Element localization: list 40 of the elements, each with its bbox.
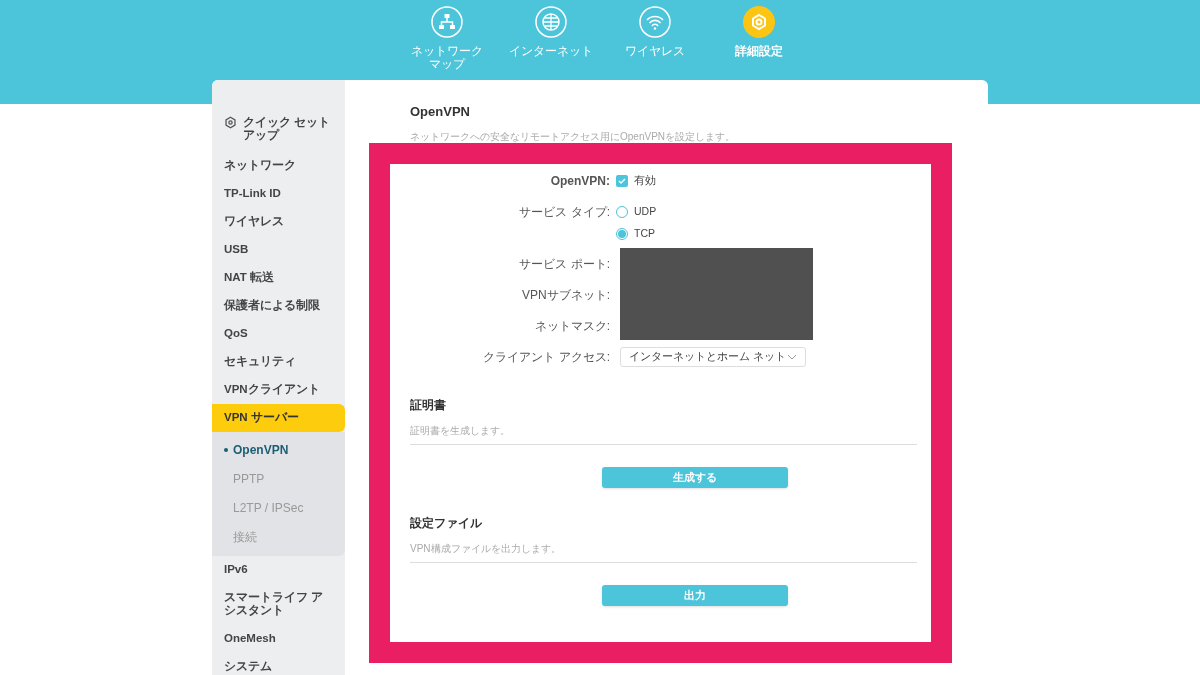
radio-label: TCP [634, 226, 655, 242]
field-label: VPNサブネット: [521, 286, 611, 304]
field-label: ネットマスク: [533, 317, 611, 335]
checkbox[interactable] [616, 175, 628, 187]
sidebar-item[interactable]: システム [212, 652, 345, 675]
sidebar-item[interactable]: NAT 転送 [212, 263, 345, 292]
section-title: 設定ファイル [410, 515, 483, 532]
bullet-icon [224, 448, 228, 452]
page-title: OpenVPN [410, 103, 471, 121]
sidebar-item[interactable]: 保護者による制限 [212, 291, 345, 320]
sidebar-item[interactable]: セキュリティ [212, 347, 345, 376]
sidebar-item[interactable]: USB [212, 235, 345, 264]
settings-icon [742, 5, 776, 39]
field-label: サービス タイプ: [518, 204, 611, 221]
sidebar-item[interactable]: VPNクライアント [212, 375, 345, 404]
network-icon [430, 5, 464, 39]
client-access-dropdown[interactable]: インターネットとホーム ネット [620, 347, 806, 367]
checkbox-label: 有効 [634, 173, 656, 189]
sidebar-item[interactable]: TP-Link ID [212, 179, 345, 208]
sidebar-item[interactable]: IPv6 [212, 555, 345, 584]
globe-icon [534, 5, 568, 39]
section-description: 証明書を生成します。 [410, 423, 917, 445]
sidebar-item[interactable]: スマートライフ アシスタント [212, 583, 345, 625]
settings-icon [224, 115, 237, 129]
field-label: サービス ポート: [518, 255, 611, 273]
sidebar-item[interactable]: ワイヤレス [212, 207, 345, 236]
section-description: VPN構成ファイルを出力します。 [410, 541, 917, 563]
sidebar-item[interactable]: OneMesh [212, 624, 345, 653]
field-label: クライアント アクセス: [482, 349, 611, 366]
wifi-icon [638, 5, 672, 39]
sidebar-item[interactable]: ネットワーク [212, 151, 345, 180]
radio-button[interactable] [616, 228, 628, 240]
radio-label: UDP [634, 204, 657, 220]
field-label: OpenVPN: [549, 173, 611, 190]
submenu-item[interactable]: OpenVPN [212, 435, 345, 465]
sidebar-item[interactable]: QoS [212, 319, 345, 348]
sidebar-item[interactable]: VPN サーバー [212, 403, 345, 432]
chevron-down-icon [787, 354, 797, 360]
sidebar-item[interactable]: クイック セットアップ [212, 108, 345, 152]
section-title: 証明書 [410, 397, 447, 414]
